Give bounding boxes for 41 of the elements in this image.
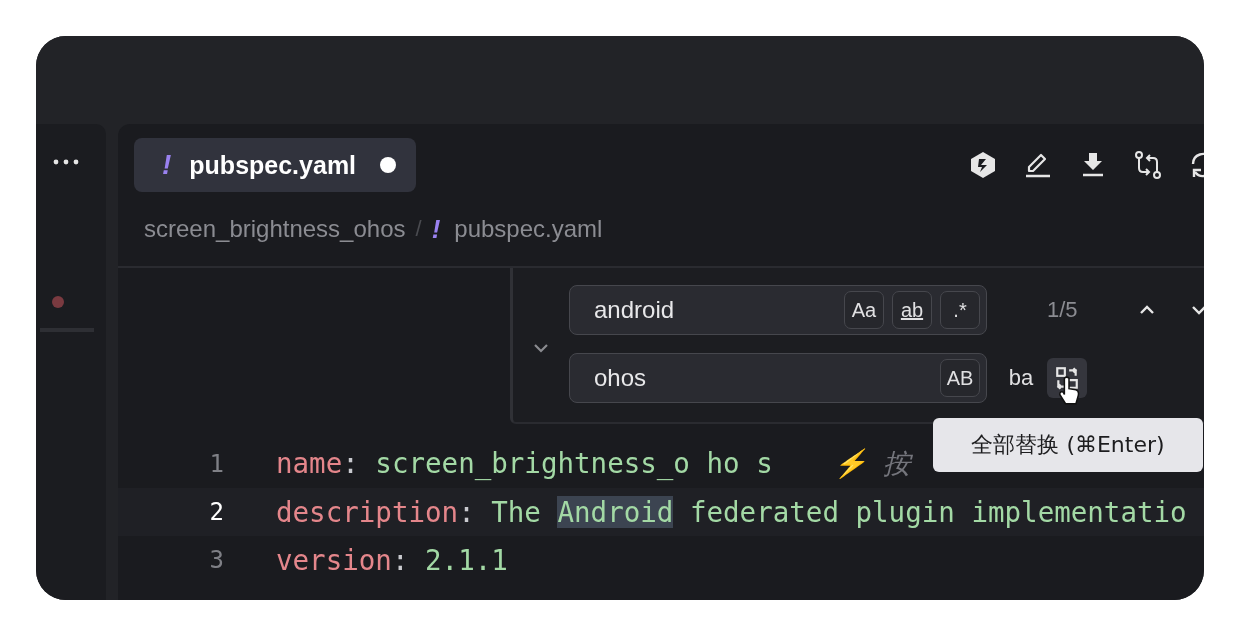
file-tab[interactable]: ! pubspec.yaml [134,138,417,192]
preserve-case-toggle[interactable]: AB [940,359,980,397]
yaml-value: federated plugin implementatio [688,496,1187,528]
yaml-value: 2.1.1 [424,544,508,576]
unsaved-dot-icon [380,157,397,173]
match-count: 1/5 [1047,297,1079,323]
case-toggle[interactable]: Aa [844,291,884,329]
chevron-up-icon [1139,304,1155,315]
tooltip: 全部替换 (⌘Enter) [933,418,1203,472]
breadcrumb-folder[interactable]: screen_brightness_ohos [144,215,406,243]
hexagon-icon[interactable] [968,150,998,180]
inline-hint: ⚡ 按 [832,447,911,479]
hand-cursor-icon [1057,376,1081,406]
yaml-file-icon: ! [162,149,172,181]
tab-label: pubspec.yaml [189,150,357,180]
compare-icon[interactable] [1133,150,1163,180]
replace-field[interactable]: ohos AB [569,353,987,403]
yaml-value: screen_brightness_o ho s [374,447,773,479]
colon: : [391,544,409,576]
yaml-key: name [276,447,343,479]
chevron-down-icon [1191,304,1204,315]
colon: : [458,496,475,528]
yaml-file-icon: ! [431,213,441,245]
yaml-value: The [490,496,542,528]
replace-all-icon [1054,365,1080,391]
word-toggle[interactable]: ab [892,291,932,329]
line-number: 2 [208,498,224,526]
search-match: Android [557,496,674,528]
line-number: 3 [208,546,224,574]
colon: : [342,447,359,479]
status-dot-icon [52,296,64,308]
replace-button[interactable]: ba [1001,358,1041,398]
find-field[interactable]: android Aa ab .* [569,285,987,335]
line-number: 1 [208,450,224,478]
more-icon[interactable] [53,159,79,165]
breadcrumb-separator: / [415,216,422,242]
yaml-key: description [276,496,459,528]
regex-toggle[interactable]: .* [940,291,980,329]
chevron-icon[interactable] [533,343,549,353]
breadcrumb-file[interactable]: pubspec.yaml [454,215,603,243]
yaml-key: version [276,544,392,576]
